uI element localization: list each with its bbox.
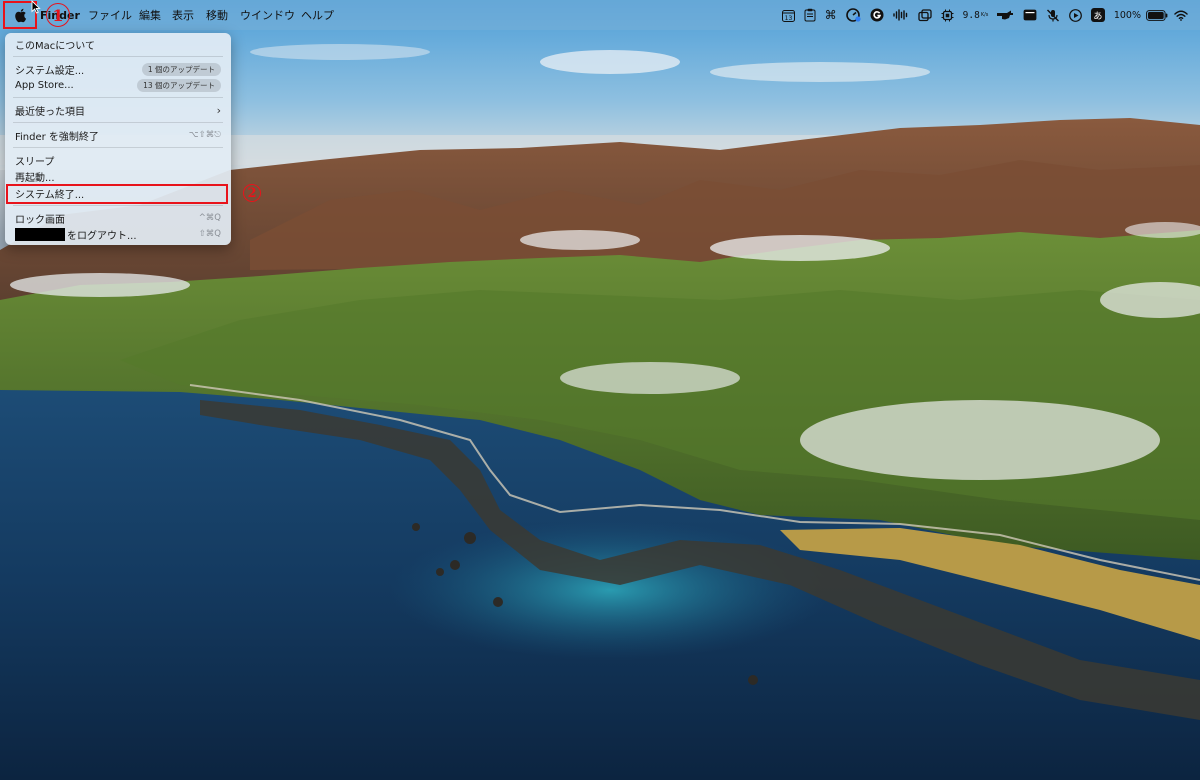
menu-item-system-settings[interactable]: システム設定... 1 個のアップデート — [5, 61, 231, 77]
menubar-app-status-item[interactable] — [1023, 0, 1037, 30]
overlapping-windows-icon — [918, 8, 932, 21]
calendar-icon: 13 — [781, 9, 795, 22]
log-out-label: をログアウト... — [67, 230, 137, 242]
network-speed-value: 9.8 — [962, 9, 980, 21]
waveform-icon — [892, 9, 907, 21]
menu-separator — [13, 122, 223, 123]
mute-status-item[interactable] — [1046, 0, 1060, 30]
menu-item-about-this-mac[interactable]: このMacについて — [5, 36, 231, 52]
speedometer-icon — [845, 8, 861, 22]
mouse-cursor-icon — [31, 0, 41, 14]
clipboard-icon — [804, 8, 816, 22]
menu-item-log-out[interactable]: をログアウト... ⇧⌘Q — [5, 226, 231, 242]
wifi-icon — [1174, 10, 1188, 21]
battery-icon — [1146, 9, 1168, 21]
command-status-item[interactable]: ⌘ — [825, 0, 837, 30]
play-circle-icon — [1068, 8, 1082, 22]
network-speed-status-item[interactable]: 9.8 K/s — [963, 0, 990, 30]
cpu-status-item[interactable] — [941, 0, 954, 30]
menu-item-recent-items[interactable]: 最近使った項目 › — [5, 102, 231, 118]
menu-bar: Finder ファイル 編集 表示 移動 ウインドウ ヘルプ 13 ⌘ 9.8 … — [0, 0, 1200, 30]
windows-status-item[interactable] — [918, 0, 932, 30]
menu-help[interactable]: ヘルプ — [301, 0, 334, 30]
microphone-muted-icon — [1046, 9, 1059, 21]
highlight-shut-down — [6, 184, 228, 204]
about-label: このMacについて — [15, 40, 95, 52]
battery-percent: 100% — [1113, 9, 1141, 21]
force-quit-shortcut: ⌥⇧⌘⎋ — [188, 130, 221, 140]
app-store-label: App Store... — [15, 79, 74, 91]
apple-menu-dropdown: このMacについて システム設定... 1 個のアップデート App Store… — [5, 33, 231, 245]
cpu-chip-icon — [941, 9, 954, 21]
step-2-marker: 2 — [243, 184, 261, 202]
menu-separator — [13, 97, 223, 98]
audio-status-item[interactable] — [892, 0, 909, 30]
menu-separator — [13, 147, 223, 148]
calendar-day-label: 13 — [784, 15, 792, 22]
recent-items-label: 最近使った項目 — [15, 106, 85, 118]
gauge-status-item[interactable] — [845, 0, 861, 30]
menu-edit[interactable]: 編集 — [139, 0, 161, 30]
sleep-label: スリープ — [15, 156, 55, 168]
log-out-shortcut: ⇧⌘Q — [198, 229, 221, 239]
menu-item-restart[interactable]: 再起動... — [5, 168, 231, 184]
clipboard-status-item[interactable] — [804, 0, 816, 30]
gesture-status-item[interactable] — [996, 0, 1014, 30]
menubar-window-icon — [1023, 9, 1037, 21]
chevron-right-icon: › — [216, 103, 221, 117]
grammarly-status-item[interactable] — [870, 0, 884, 30]
menu-window[interactable]: ウインドウ — [240, 0, 295, 30]
command-key-icon: ⌘ — [824, 8, 837, 22]
menu-separator — [13, 205, 223, 206]
app-store-update-badge: 13 個のアップデート — [137, 78, 221, 92]
menu-item-sleep[interactable]: スリープ — [5, 152, 231, 168]
menu-file[interactable]: ファイル — [88, 0, 132, 30]
system-settings-label: システム設定... — [15, 65, 85, 77]
menu-item-app-store[interactable]: App Store... 13 個のアップデート — [5, 77, 231, 93]
now-playing-status-item[interactable] — [1068, 0, 1082, 30]
input-method-status-item[interactable]: あ — [1090, 0, 1105, 30]
grammarly-icon — [870, 8, 884, 22]
lock-screen-shortcut: ^⌘Q — [198, 213, 221, 223]
redacted-username — [15, 227, 65, 241]
menu-item-force-quit[interactable]: Finder を強制終了 ⌥⇧⌘⎋ — [5, 127, 231, 143]
step-1-marker: 1 — [46, 3, 70, 27]
force-quit-label: Finder を強制終了 — [15, 131, 99, 143]
menu-go[interactable]: 移動 — [206, 0, 228, 30]
menu-separator — [13, 56, 223, 57]
status-menu-area: 13 ⌘ 9.8 K/s あ 100% — [781, 0, 1200, 30]
battery-status-item[interactable]: 100% — [1114, 0, 1168, 30]
menu-item-lock-screen[interactable]: ロック画面 ^⌘Q — [5, 210, 231, 226]
lock-screen-label: ロック画面 — [15, 214, 65, 226]
menu-view[interactable]: 表示 — [172, 0, 194, 30]
wifi-status-item[interactable] — [1174, 0, 1188, 30]
restart-label: 再起動... — [15, 172, 55, 184]
calendar-status-item[interactable]: 13 — [781, 0, 795, 30]
network-speed-unit: K/s — [980, 12, 989, 18]
input-method-label: あ — [1090, 8, 1105, 22]
pointing-hand-icon — [996, 10, 1013, 20]
system-settings-update-badge: 1 個のアップデート — [141, 62, 221, 76]
